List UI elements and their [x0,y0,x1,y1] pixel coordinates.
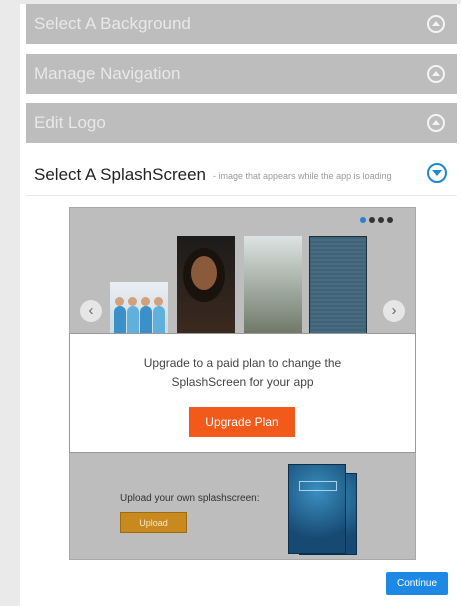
accordion-header-label: Edit Logo [34,113,106,132]
carousel-dot[interactable] [360,217,366,223]
upgrade-message: Upgrade to a paid plan to change the Spl… [70,354,415,392]
section-subtitle: - image that appears while the app is lo… [213,171,392,181]
chevron-right-icon[interactable]: › [383,300,405,322]
carousel-pagination [360,217,393,223]
splash-thumbnail-portrait[interactable] [177,236,235,334]
chevron-down-icon[interactable] [427,163,447,183]
carousel-dot[interactable] [369,217,375,223]
upgrade-notice: Upgrade to a paid plan to change the Spl… [69,333,416,453]
chevron-up-icon[interactable] [427,15,445,33]
splash-thumbnail-blue-texture[interactable] [309,236,367,334]
upgrade-message-line1: Upgrade to a paid plan to change the [143,356,342,370]
upload-label: Upload your own splashscreen: [120,493,260,504]
preview-logo [299,481,337,491]
continue-button[interactable]: Continue [386,572,448,595]
carousel-dot[interactable] [378,217,384,223]
accordion-header-label: Manage Navigation [34,64,181,83]
chevron-up-icon[interactable] [427,114,445,132]
accordion-header-navigation[interactable]: Manage Navigation [26,54,457,94]
splash-preview-image [288,464,346,554]
section-title: Select A SplashScreen [34,165,207,184]
carousel-dot[interactable] [387,217,393,223]
accordion-header-label: Select A Background [34,14,191,33]
splashscreen-carousel: ‹ › Upgrade to a paid plan to change the… [69,207,416,560]
chevron-up-icon[interactable] [427,65,445,83]
chevron-left-icon[interactable]: ‹ [80,300,102,322]
accordion-header-background[interactable]: Select A Background [26,4,457,44]
upload-button[interactable]: Upload [120,512,187,533]
accordion-header-logo[interactable]: Edit Logo [26,103,457,143]
accordion-header-splashscreen[interactable]: Select A SplashScreen - image that appea… [26,152,457,196]
upgrade-plan-button[interactable]: Upgrade Plan [189,407,295,437]
settings-panel: Select A Background Manage Navigation Ed… [20,4,461,606]
splash-thumbnail-crowd[interactable] [244,236,302,334]
splash-thumbnail-medical-team[interactable] [110,282,168,334]
upgrade-message-line2: SplashScreen for your app [171,375,314,389]
